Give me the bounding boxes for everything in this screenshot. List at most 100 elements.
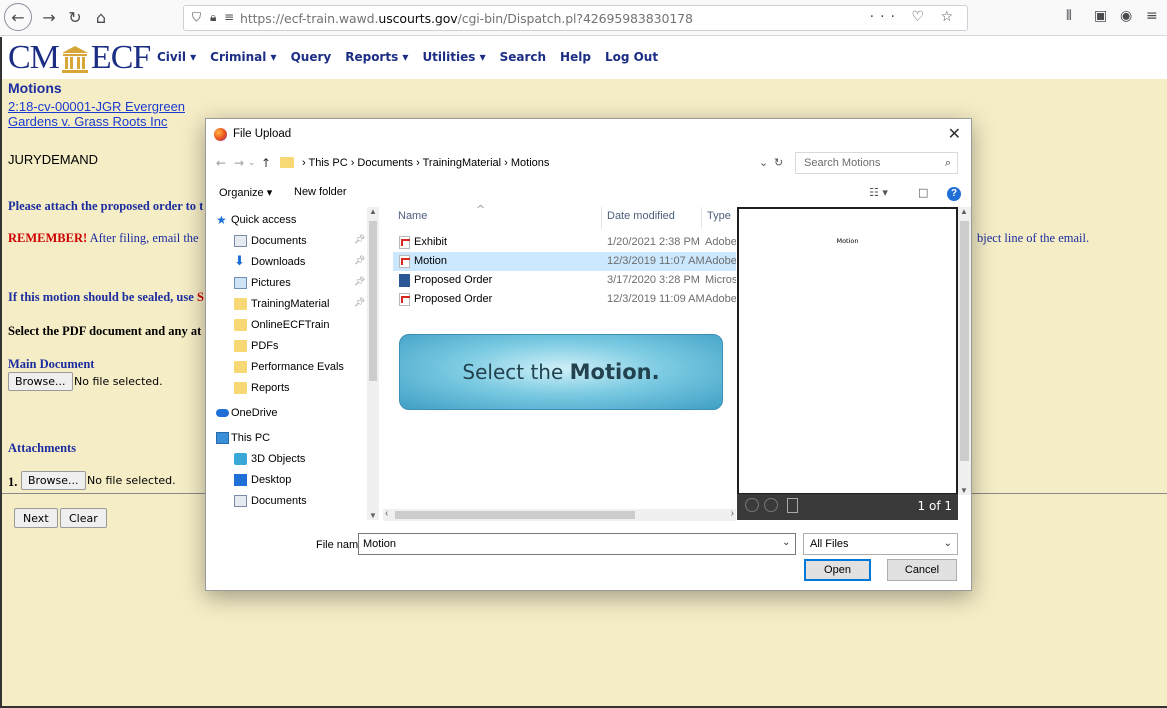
nav-item-quick-access[interactable]: ★ Quick access [206, 210, 366, 230]
menu-icon[interactable]: ≡ [1146, 8, 1158, 24]
file-row-proposed-order-word[interactable]: Proposed Order 3/17/2020 3:28 PM Micros [393, 271, 736, 290]
path-breadcrumb[interactable]: › This PC › Documents › TrainingMaterial… [277, 151, 785, 175]
reload-icon[interactable]: ↻ [62, 4, 88, 30]
address-bar[interactable]: ⛉ 🔒︎ ≡ https://ecf-train.wawd.uscourts.g… [183, 5, 968, 31]
forward-arrow-icon[interactable]: → [36, 4, 62, 30]
nav-item-desktop[interactable]: Desktop [206, 470, 366, 490]
file-row-exhibit[interactable]: Exhibit 1/20/2021 2:38 PM Adobe [393, 233, 736, 252]
back-arrow-icon[interactable]: ← [216, 156, 226, 170]
menu-help[interactable]: Help [560, 50, 591, 64]
cloud-icon [216, 409, 229, 417]
document-icon[interactable] [787, 498, 798, 513]
column-divider[interactable] [701, 207, 702, 229]
case-link[interactable]: 2:18-cv-00001-JGR Evergreen Gardens v. Gr… [8, 99, 185, 129]
breadcrumb-text: › This PC › Documents › TrainingMaterial… [302, 157, 550, 169]
column-divider[interactable] [601, 207, 602, 229]
search-input[interactable]: Search Motions ⌕ [795, 152, 958, 174]
nav-item-trainingmaterial[interactable]: TrainingMaterial 📌︎ [206, 294, 366, 314]
search-placeholder: Search Motions [804, 157, 881, 169]
menu-civil[interactable]: Civil ▾ [157, 50, 196, 64]
nav-item-this-pc[interactable]: This PC [206, 428, 366, 448]
view-options-icon[interactable]: ☷ ▾ [869, 186, 888, 199]
next-button[interactable]: Next [14, 508, 58, 528]
nav-item-pictures[interactable]: Pictures 📌︎ [206, 273, 366, 293]
pin-icon[interactable]: 📌︎ [354, 277, 365, 287]
column-header-name[interactable]: Name [398, 210, 427, 222]
menu-query[interactable]: Query [291, 50, 332, 64]
menu-utilities[interactable]: Utilities ▾ [422, 50, 485, 64]
nav-item-documents[interactable]: Documents 📌︎ [206, 231, 366, 251]
page-actions-icon[interactable]: ··· ♡ ☆ [870, 9, 959, 25]
scroll-left-icon[interactable]: ‹ [385, 508, 388, 519]
scrollbar-thumb[interactable] [395, 511, 635, 519]
recent-locations-icon[interactable]: ⌄ [248, 158, 256, 168]
folder-icon [234, 340, 247, 352]
nav-item-performance-evals[interactable]: Performance Evals [206, 357, 366, 377]
nav-item-documents-pc[interactable]: Documents [206, 491, 366, 511]
path-dropdown-icon[interactable]: ⌄ [759, 156, 768, 169]
file-row-motion[interactable]: Motion 12/3/2019 11:07 AM Adobe [393, 252, 736, 271]
new-folder-button[interactable]: New folder [294, 186, 347, 198]
nav-item-3d-objects[interactable]: 3D Objects [206, 449, 366, 469]
dialog-titlebar[interactable]: File Upload ✕ [206, 119, 971, 149]
scroll-up-icon[interactable]: ▲ [369, 207, 377, 216]
previous-page-icon[interactable] [745, 498, 759, 512]
up-arrow-icon[interactable]: ↑ [261, 156, 271, 170]
file-row-proposed-order-pdf[interactable]: Proposed Order 12/3/2019 11:09 AM Adobe [393, 290, 736, 309]
forward-arrow-icon[interactable]: → [234, 156, 244, 170]
pin-icon[interactable]: 📌︎ [354, 256, 365, 266]
main-document-browse-button[interactable]: Browse... [8, 372, 73, 391]
cancel-button[interactable]: Cancel [887, 559, 957, 581]
attachment-browse-button[interactable]: Browse... [21, 471, 86, 490]
column-header-type[interactable]: Type [707, 210, 731, 222]
lock-icon[interactable]: 🔒︎ [210, 10, 216, 25]
help-icon[interactable]: ? [947, 187, 961, 201]
cmecf-logo[interactable]: CM ECF [8, 39, 151, 77]
pin-icon[interactable]: 📌︎ [354, 298, 365, 308]
attachment-status: No file selected. [87, 474, 176, 487]
preview-scrollbar[interactable]: ▲ ▼ [958, 207, 971, 495]
column-header-date[interactable]: Date modified [607, 210, 675, 222]
scroll-down-icon[interactable]: ▼ [960, 486, 968, 495]
organize-button[interactable]: Organize ▾ [219, 186, 272, 199]
file-list-hscrollbar[interactable]: ‹ › [383, 508, 736, 521]
file-name-input[interactable] [358, 533, 796, 555]
account-icon[interactable]: ◉ [1120, 8, 1132, 24]
navigation-pane: ★ Quick access Documents 📌︎ ⬇ Downloads … [206, 207, 381, 520]
nav-item-reports[interactable]: Reports [206, 378, 366, 398]
menu-search[interactable]: Search [500, 50, 546, 64]
nav-pane-scrollbar[interactable]: ▲ ▼ [367, 207, 379, 520]
documents-icon [234, 495, 247, 507]
nav-item-onlineecftrain[interactable]: OnlineECFTrain [206, 315, 366, 335]
back-arrow-icon[interactable]: ← [4, 3, 32, 31]
nav-item-downloads[interactable]: ⬇ Downloads 📌︎ [206, 252, 366, 272]
sidebar-icon[interactable]: ▣ [1094, 8, 1107, 24]
open-button[interactable]: Open [804, 559, 871, 581]
scrollbar-thumb[interactable] [369, 221, 377, 381]
clear-button[interactable]: Clear [60, 508, 107, 528]
close-icon[interactable]: ✕ [948, 124, 961, 143]
menu-reports[interactable]: Reports ▾ [345, 50, 408, 64]
preview-pane-icon[interactable]: □ [918, 186, 928, 199]
browser-toolbar: ← → ↻ ⌂ ⛉ 🔒︎ ≡ https://ecf-train.wawd.us… [0, 0, 1167, 36]
home-icon[interactable]: ⌂ [88, 4, 114, 30]
word-file-icon [399, 274, 410, 287]
scroll-right-icon[interactable]: › [731, 508, 734, 519]
file-type-select[interactable]: All Files ⌄ [803, 533, 958, 555]
scrollbar-thumb[interactable] [960, 221, 969, 461]
refresh-icon[interactable]: ↻ [774, 156, 783, 169]
menu-logout[interactable]: Log Out [605, 50, 658, 64]
scroll-up-icon[interactable]: ▲ [960, 207, 968, 216]
folder-icon [280, 157, 294, 168]
chevron-down-icon[interactable]: ⌄ [782, 537, 790, 548]
library-icon[interactable]: ⫴ [1066, 8, 1072, 24]
nav-item-onedrive[interactable]: OneDrive [206, 403, 366, 423]
next-page-icon[interactable] [764, 498, 778, 512]
menu-criminal[interactable]: Criminal ▾ [210, 50, 276, 64]
shield-icon[interactable]: ⛉ [192, 10, 201, 25]
nav-item-pdfs[interactable]: PDFs [206, 336, 366, 356]
pin-icon[interactable]: 📌︎ [354, 235, 365, 245]
permissions-icon[interactable]: ≡ [224, 10, 234, 24]
folder-icon [234, 382, 247, 394]
scroll-down-icon[interactable]: ▼ [369, 511, 377, 520]
